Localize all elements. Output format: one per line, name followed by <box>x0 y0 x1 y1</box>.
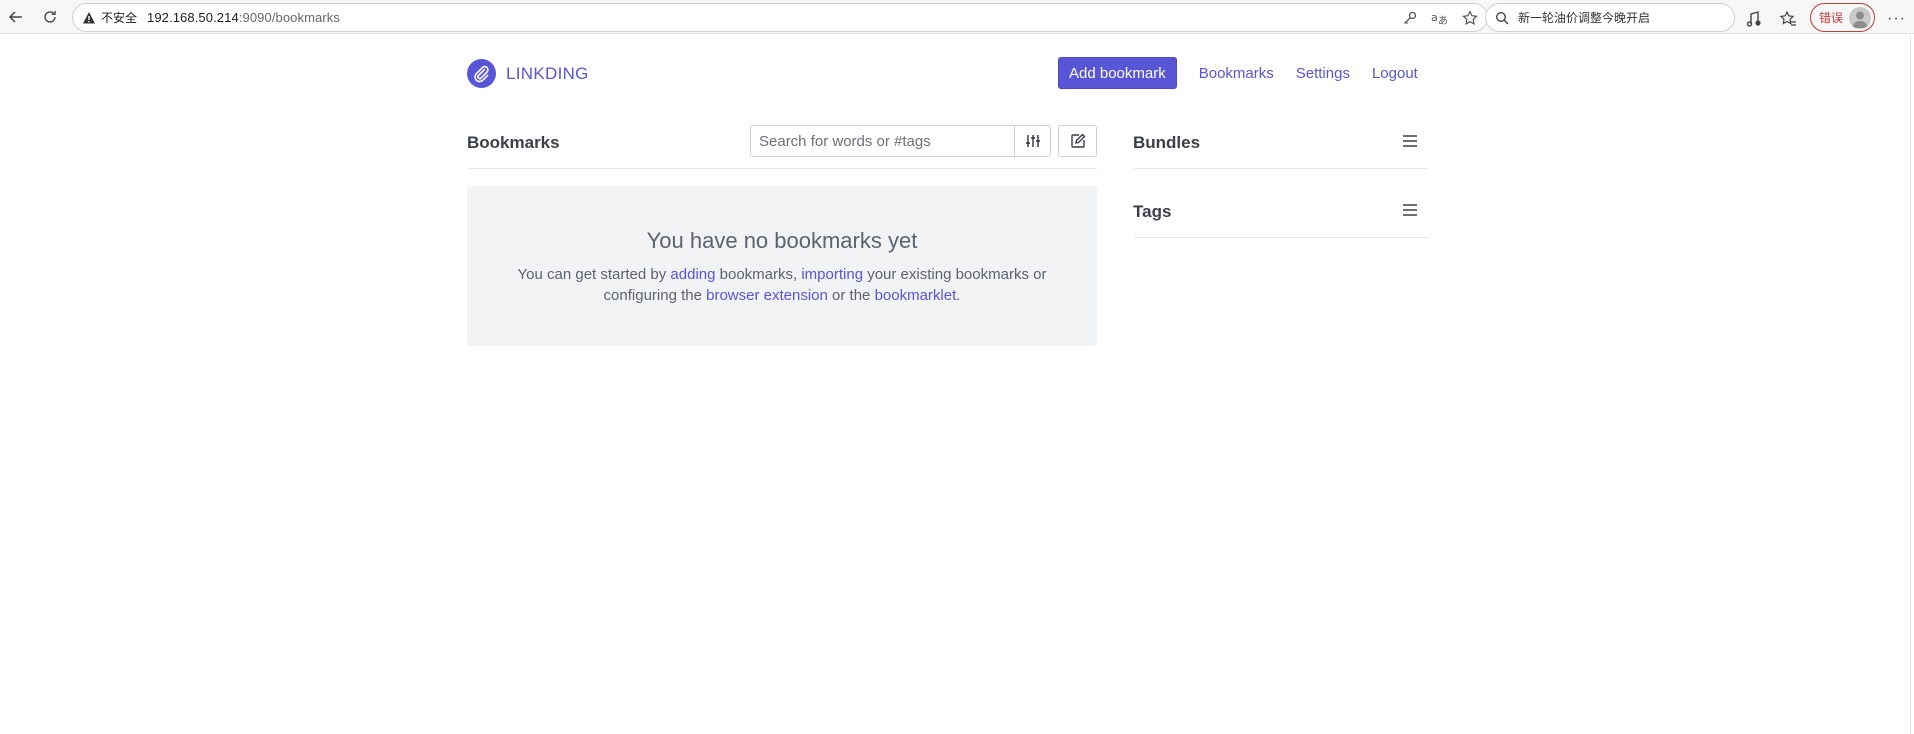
viewport-edge <box>1910 35 1911 734</box>
search-filter-button[interactable] <box>1014 125 1051 157</box>
back-button[interactable] <box>4 5 28 29</box>
key-icon[interactable] <box>1401 9 1419 27</box>
address-bar[interactable]: 不安全 192.168.50.214:9090/bookmarks aあ <box>72 3 1488 32</box>
browser-search-box[interactable]: 新一轮油价调整今晚开启 <box>1485 3 1735 32</box>
paperclip-icon <box>467 59 496 88</box>
insecure-label[interactable]: 不安全 <box>101 9 137 26</box>
empty-state-title: You have no bookmarks yet <box>646 228 918 253</box>
browser-search-text: 新一轮油价调整今晚开启 <box>1518 11 1651 25</box>
url-path: :9090/bookmarks <box>238 10 341 25</box>
bookmarks-heading: Bookmarks <box>467 133 560 152</box>
url-host: 192.168.50.214 <box>147 10 239 25</box>
pencil-icon <box>1070 133 1085 148</box>
bundles-heading: Bundles <box>1133 133 1201 152</box>
more-menu-button[interactable]: ··· <box>1887 10 1906 28</box>
hamburger-icon <box>1403 204 1417 216</box>
arrow-left-icon <box>8 11 22 23</box>
url-text[interactable]: 192.168.50.214:9090/bookmarks <box>147 10 340 25</box>
bookmark-search-group <box>750 125 1051 157</box>
empty-text-5: . <box>956 287 961 304</box>
nav-bookmarks-link[interactable]: Bookmarks <box>1199 65 1274 82</box>
hamburger-icon <box>1403 135 1417 147</box>
bundles-divider <box>1133 168 1429 169</box>
bundles-menu-button[interactable] <box>1400 131 1420 151</box>
translate-icon[interactable]: aあ <box>1431 9 1449 27</box>
top-navigation: Add bookmark Bookmarks Settings Logout <box>1058 57 1418 89</box>
sliders-icon <box>1025 135 1040 147</box>
tags-menu-button[interactable] <box>1400 200 1420 220</box>
profile-error-button[interactable]: 错误 <box>1810 3 1876 32</box>
warning-triangle-icon[interactable] <box>81 10 97 26</box>
adding-link[interactable]: adding <box>670 266 715 283</box>
empty-text-1: You can get started by <box>517 266 671 283</box>
tags-heading: Tags <box>1133 202 1172 221</box>
nav-settings-link[interactable]: Settings <box>1296 65 1350 82</box>
bookmarks-divider <box>467 168 1097 169</box>
reload-icon <box>44 11 56 23</box>
tags-divider <box>1133 237 1429 238</box>
bookmark-search-input[interactable] <box>750 125 1014 157</box>
svg-text:a: a <box>1431 11 1438 24</box>
importing-link[interactable]: importing <box>801 266 863 283</box>
svg-text:あ: あ <box>1438 15 1448 26</box>
bookmarklet-link[interactable]: bookmarklet <box>875 287 957 304</box>
music-note-icon[interactable] <box>1742 7 1766 31</box>
favorites-icon[interactable] <box>1776 7 1800 31</box>
brand-link[interactable]: LINKDING <box>467 59 589 88</box>
error-label: 错误 <box>1819 11 1844 25</box>
add-bookmark-button[interactable]: Add bookmark <box>1058 57 1177 89</box>
empty-text-2: bookmarks, <box>715 266 802 283</box>
browser-toolbar: 不安全 192.168.50.214:9090/bookmarks aあ 新一轮… <box>0 0 1914 34</box>
empty-state-text: You can get started by adding bookmarks,… <box>502 264 1062 306</box>
reload-button[interactable] <box>38 5 62 29</box>
bulk-edit-button[interactable] <box>1058 125 1097 157</box>
user-avatar-icon <box>1849 6 1872 29</box>
browser-extension-link[interactable]: browser extension <box>706 287 828 304</box>
nav-logout-link[interactable]: Logout <box>1372 65 1418 82</box>
brand-name: LINKDING <box>506 63 589 83</box>
search-icon <box>1494 10 1510 26</box>
empty-state: You have no bookmarks yet You can get st… <box>467 186 1097 346</box>
empty-text-4: or the <box>827 287 875 304</box>
star-icon[interactable] <box>1461 9 1479 27</box>
